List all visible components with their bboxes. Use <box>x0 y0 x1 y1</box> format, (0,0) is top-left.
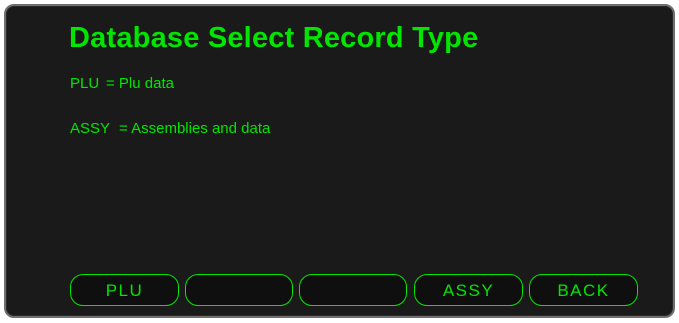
terminal-screen: Database Select Record Type PLU = Plu dat… <box>4 4 675 318</box>
back-softkey-button[interactable]: BACK <box>529 274 638 306</box>
record-type-description: = Assemblies and data <box>119 120 271 137</box>
record-type-description: = Plu data <box>106 75 174 92</box>
record-type-line-plu: PLU = Plu data <box>70 75 174 92</box>
assy-softkey-button[interactable]: ASSY <box>414 274 523 306</box>
blank-softkey-button-3[interactable] <box>299 274 407 306</box>
plu-softkey-button[interactable]: PLU <box>70 274 179 306</box>
page-title: Database Select Record Type <box>69 22 479 54</box>
record-type-code: ASSY <box>70 120 111 137</box>
record-type-code: PLU <box>70 75 100 92</box>
blank-softkey-button-2[interactable] <box>185 274 293 306</box>
record-type-line-assy: ASSY = Assemblies and data <box>70 120 270 137</box>
